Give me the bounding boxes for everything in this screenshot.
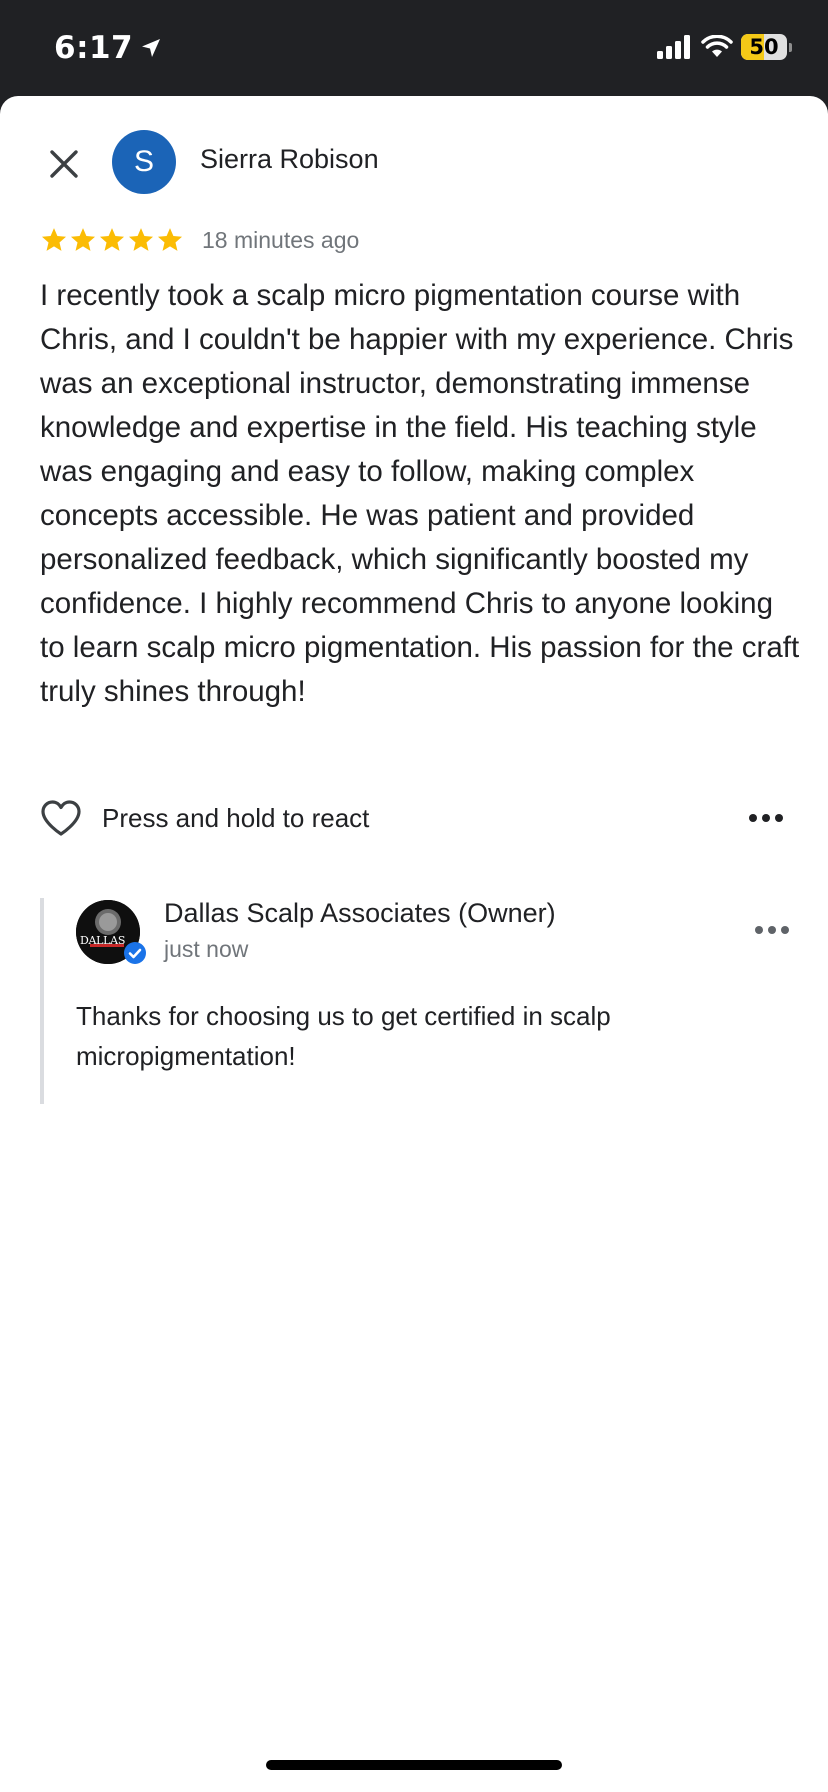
review-text: I recently took a scalp micro pigmentati… <box>40 279 800 708</box>
close-button[interactable] <box>40 140 88 188</box>
owner-reply-more-button[interactable] <box>750 914 794 946</box>
status-time-text: 6:17 <box>54 30 134 66</box>
status-icons: 50 <box>657 34 792 60</box>
star-icon <box>70 228 96 251</box>
owner-reply: DALLAS Dallas Scalp Associates (Owner) j… <box>40 898 794 1104</box>
verified-badge-icon <box>124 942 146 964</box>
star-icon <box>99 228 125 251</box>
status-time: 6:17 <box>54 30 163 66</box>
battery-percent: 50 <box>749 35 779 59</box>
battery-nub <box>789 42 792 52</box>
owner-name[interactable]: Dallas Scalp Associates (Owner) <box>164 898 556 929</box>
home-indicator[interactable] <box>266 1760 562 1770</box>
wifi-icon <box>701 35 733 57</box>
status-bar: 6:17 50 <box>0 0 828 96</box>
star-rating <box>40 226 184 254</box>
star-icon <box>41 228 67 251</box>
review-more-button[interactable] <box>744 802 788 834</box>
review-time: 18 minutes ago <box>202 226 360 253</box>
reviewer-avatar[interactable]: S <box>112 130 176 194</box>
location-arrow-icon <box>142 39 161 57</box>
owner-logo-text: DALLAS <box>80 934 126 947</box>
reviewer-name[interactable]: Sierra Robison <box>200 144 379 175</box>
star-icon <box>157 228 183 251</box>
battery-icon: 50 <box>741 34 792 60</box>
review-sheet: S Sierra Robison 18 minutes ago I recent… <box>0 96 828 1792</box>
owner-reply-time: just now <box>164 936 249 962</box>
owner-avatar[interactable]: DALLAS <box>76 900 146 964</box>
battery-body: 50 <box>741 34 787 60</box>
star-icon <box>128 228 154 251</box>
signal-icon <box>657 35 690 59</box>
react-row: Press and hold to react <box>40 796 788 840</box>
more-options-icon <box>755 926 789 934</box>
close-icon <box>50 150 78 178</box>
rating-row: 18 minutes ago <box>40 226 359 254</box>
more-options-icon <box>749 814 783 822</box>
owner-reply-text: Thanks for choosing us to get certified … <box>76 1001 611 1071</box>
react-label[interactable]: Press and hold to react <box>102 803 369 834</box>
heart-icon[interactable] <box>40 799 82 837</box>
